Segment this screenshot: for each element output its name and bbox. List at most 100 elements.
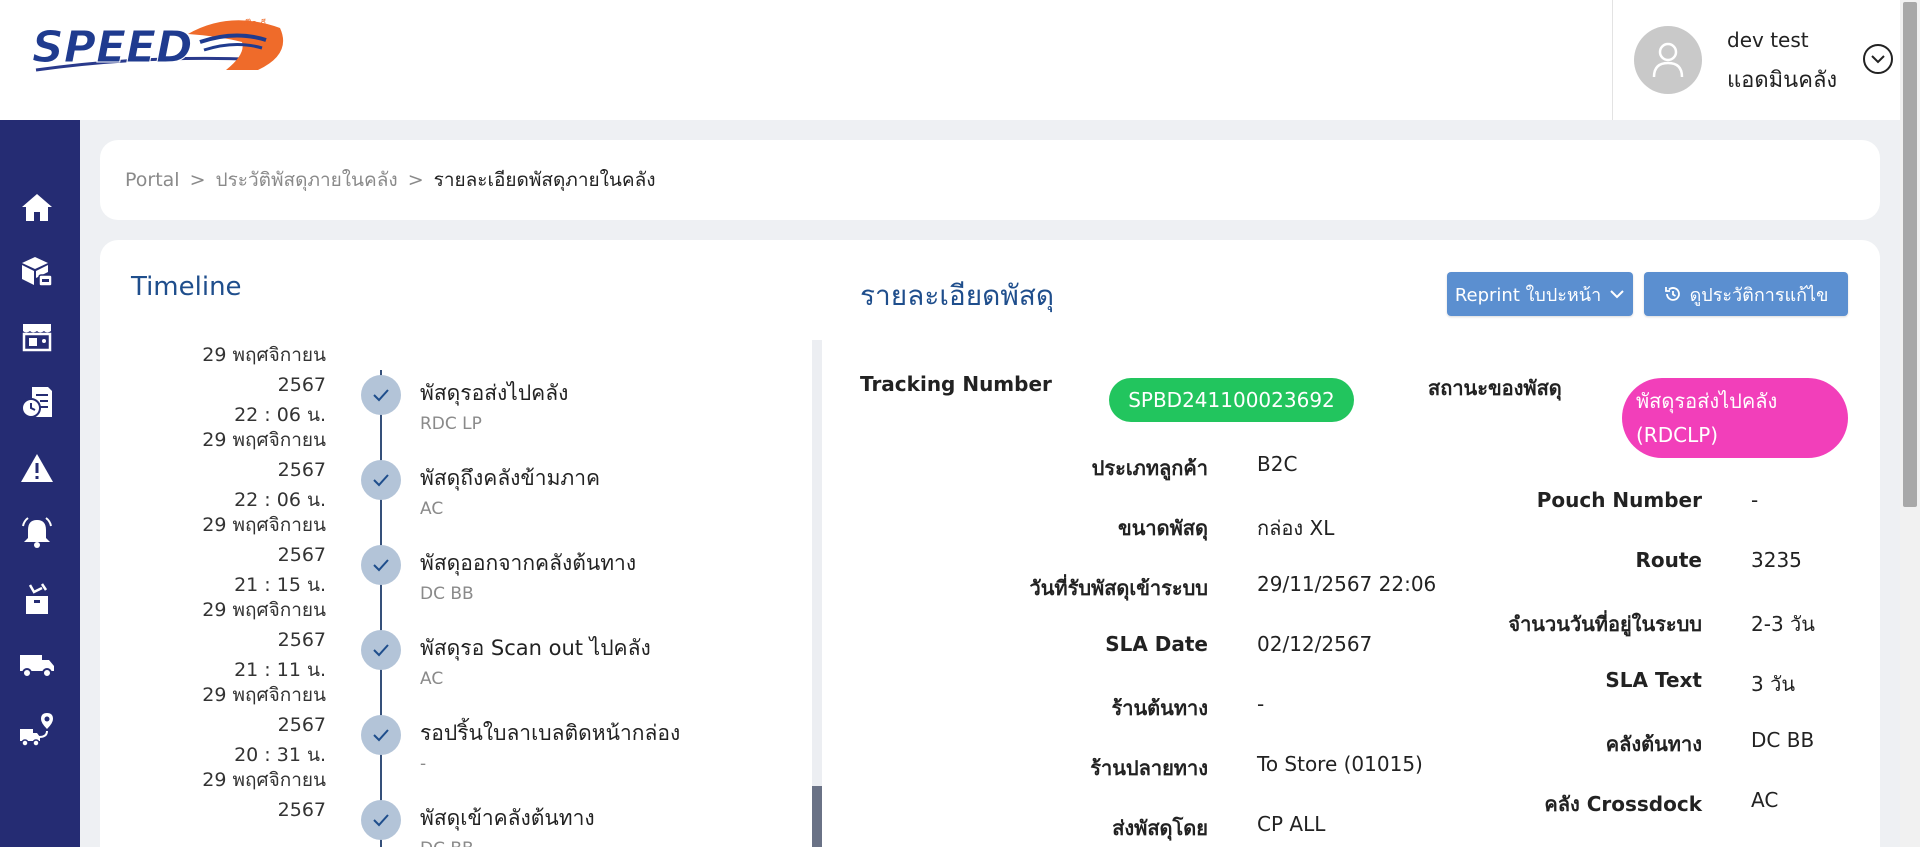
detail-value: กล่อง XL <box>1257 516 1335 540</box>
timeline-status: รอปริ้นใบลาเบลติดหน้ากล่อง <box>420 721 681 745</box>
timeline-date: 29 พฤศจิกายน 2567 20 : 31 น. <box>202 684 326 766</box>
detail-value: DC BB <box>1751 728 1815 752</box>
reprint-label-text: Reprint ใบปะหน้า <box>1454 284 1602 306</box>
edit-history-text: ดูประวัติการแก้ไข <box>1689 284 1829 306</box>
route-icon <box>20 713 53 747</box>
timeline-scrollbar[interactable] <box>812 340 822 847</box>
timeline-list[interactable]: 29 พฤศจิกายน 2567 22 : 06 น. พัสดุรอส่งไป… <box>100 340 822 847</box>
top-header: SPEED สปีด-ดี dev test แอดมินคลัง <box>0 0 1900 120</box>
timeline-date: 29 พฤศจิกายน 2567 21 : 15 น. <box>202 514 326 596</box>
bell-icon <box>22 517 52 548</box>
timeline-item: 29 พฤศจิกายน 2567 พัสดุเข้าคลังต้นทาง DC… <box>100 765 800 847</box>
user-role: แอดมินคลัง <box>1727 68 1838 93</box>
breadcrumb-current: รายละเอียดพัสดุภายในคลัง <box>433 169 656 191</box>
parcel-status-badge: พัสดุรอส่งไปคลัง (RDCLP) <box>1622 378 1848 458</box>
sidebar-item-delivery[interactable] <box>18 646 56 684</box>
breadcrumb-separator: > <box>189 169 206 191</box>
sidebar-item-parcel[interactable] <box>18 252 56 290</box>
warning-icon <box>21 454 53 482</box>
timeline-status: พัสดุเข้าคลังต้นทาง <box>420 806 595 830</box>
timeline-status: พัสดุถึงคลังข้ามภาค <box>420 466 601 490</box>
breadcrumb-portal[interactable]: Portal <box>125 169 180 191</box>
tracking-number-label: Tracking Number <box>860 372 1052 396</box>
detail-value: CP ALL <box>1257 812 1326 836</box>
page-scrollbar-thumb[interactable] <box>1903 2 1917 507</box>
detail-value: 3 วัน <box>1751 672 1795 696</box>
detail-value: 29/11/2567 22:06 <box>1257 572 1437 596</box>
sidebar-item-home[interactable] <box>18 188 56 226</box>
page-scrollbar[interactable] <box>1900 0 1920 847</box>
speed-d-logo[interactable]: SPEED สปีด-ดี <box>30 14 292 80</box>
check-icon <box>361 460 401 500</box>
timeline-item: 29 พฤศจิกายน 2567 22 : 06 น. พัสดุรอส่งไป… <box>100 340 800 434</box>
detail-label: วันที่รับพัสดุเข้าระบบ <box>1029 576 1208 600</box>
timeline-date: 29 พฤศจิกายน 2567 22 : 06 น. <box>202 429 326 511</box>
store-icon <box>22 324 52 352</box>
timeline-item: 29 พฤศจิกายน 2567 21 : 15 น. พัสดุออกจากค… <box>100 510 800 604</box>
timeline-location: DC BB <box>420 839 474 847</box>
user-menu[interactable]: dev test แอดมินคลัง <box>1612 0 1900 120</box>
detail-label: ร้านต้นทาง <box>1111 696 1208 720</box>
timeline-item: 29 พฤศจิกายน 2567 22 : 06 น. พัสดุถึงคลัง… <box>100 425 800 519</box>
check-icon <box>361 800 401 840</box>
timeline-date: 29 พฤศจิกายน 2567 22 : 06 น. <box>202 344 326 426</box>
sidebar-nav <box>0 120 80 847</box>
check-icon <box>361 715 401 755</box>
parcel-icon <box>22 257 53 287</box>
detail-value: B2C <box>1257 452 1298 476</box>
breadcrumb-history[interactable]: ประวัติพัสดุภายในคลัง <box>216 165 398 195</box>
edit-history-button[interactable]: ดูประวัติการแก้ไข <box>1644 272 1848 316</box>
detail-value: 3235 <box>1751 548 1802 572</box>
home-icon <box>22 194 52 221</box>
breadcrumb-separator: > <box>407 169 424 191</box>
sidebar-item-route[interactable] <box>18 710 56 748</box>
history-icon <box>1664 287 1680 301</box>
sidebar-item-warning[interactable] <box>18 449 56 487</box>
user-icon <box>1652 42 1684 78</box>
svg-text:สปีด-ดี: สปีด-ดี <box>240 18 266 29</box>
check-icon <box>361 375 401 415</box>
sidebar-item-notifications[interactable] <box>18 514 56 552</box>
parcel-status-label: สถานะของพัสดุ <box>1428 376 1562 400</box>
user-name: dev test <box>1727 28 1809 52</box>
chevron-down-icon <box>1610 290 1624 299</box>
sidebar-item-report[interactable] <box>18 383 56 421</box>
detail-label: SLA Text <box>1605 668 1702 692</box>
return-parcel-icon <box>26 583 48 614</box>
detail-label: Route <box>1635 548 1702 572</box>
chevron-down-icon <box>1871 55 1885 64</box>
timeline-status: พัสดุรอส่งไปคลัง <box>420 381 569 405</box>
detail-label: Pouch Number <box>1536 488 1702 512</box>
detail-label: SLA Date <box>1105 632 1208 656</box>
detail-label: ส่งพัสดุโดย <box>1112 816 1208 840</box>
tracking-number-badge: SPBD241100023692 <box>1109 378 1354 422</box>
detail-label: จำนวนวันที่อยู่ในระบบ <box>1508 612 1702 636</box>
parcel-detail-card: Timeline 29 พฤศจิกายน 2567 22 : 06 น. พัส… <box>100 240 1880 847</box>
detail-label: คลังต้นทาง <box>1605 732 1702 756</box>
timeline-scrollbar-thumb[interactable] <box>812 786 822 847</box>
breadcrumb: Portal > ประวัติพัสดุภายในคลัง > รายละเอ… <box>100 140 1880 220</box>
detail-value: - <box>1751 488 1759 512</box>
check-icon <box>361 630 401 670</box>
check-icon <box>361 545 401 585</box>
details-title: รายละเอียดพัสดุ <box>860 279 1055 312</box>
timeline-status: พัสดุออกจากคลังต้นทาง <box>420 551 637 575</box>
sidebar-item-return[interactable] <box>18 580 56 618</box>
sidebar-item-store[interactable] <box>18 318 56 356</box>
detail-label: ประเภทลูกค้า <box>1091 456 1208 480</box>
timeline-item: 29 พฤศจิกายน 2567 20 : 31 น. รอปริ้นใบลาเ… <box>100 680 800 774</box>
timeline-status: พัสดุรอ Scan out ไปคลัง <box>420 636 651 660</box>
detail-label: ขนาดพัสดุ <box>1118 516 1208 540</box>
report-history-icon <box>21 387 52 418</box>
svg-text:SPEED: SPEED <box>32 22 193 73</box>
detail-value: 02/12/2567 <box>1257 632 1373 656</box>
avatar[interactable] <box>1634 26 1702 94</box>
detail-value: - <box>1257 692 1265 716</box>
detail-value: 2-3 วัน <box>1751 612 1815 636</box>
user-dropdown-toggle[interactable] <box>1863 44 1893 74</box>
timeline-date: 29 พฤศจิกายน 2567 <box>202 769 326 821</box>
truck-icon <box>20 655 54 678</box>
timeline-title: Timeline <box>131 272 242 302</box>
timeline-item: 29 พฤศจิกายน 2567 21 : 11 น. พัสดุรอ Scan… <box>100 595 800 689</box>
reprint-label-button[interactable]: Reprint ใบปะหน้า <box>1447 272 1633 316</box>
